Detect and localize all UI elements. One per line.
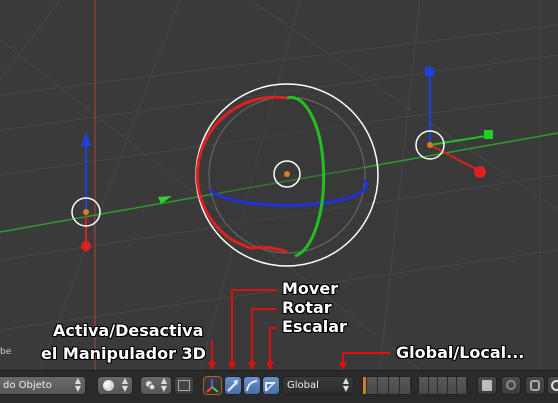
3d-view-header: do Objeto ▲ ▼ ▲ ▼ ▲ ▼ Global ▲ ▼ <box>0 370 558 403</box>
proportional-edit-button[interactable] <box>501 376 521 395</box>
translate-button[interactable] <box>224 376 242 395</box>
callout-mover: Mover <box>282 279 339 298</box>
updown-icon: ▲ ▼ <box>160 376 167 393</box>
updown-icon: ▲ ▼ <box>342 376 349 393</box>
transform-orientation-dropdown[interactable]: Global ▲ ▼ <box>282 376 354 395</box>
callout-escalar: Escalar <box>282 317 347 336</box>
callout-global-local: Global/Local... <box>396 343 525 362</box>
callout-activa-line2: el Manipulador 3D <box>41 344 206 363</box>
scale-button[interactable] <box>262 376 280 395</box>
callout-activa-line1: Activa/Desactiva <box>53 321 204 340</box>
search-icon <box>551 380 558 391</box>
lock-icon <box>530 380 540 391</box>
rotate-button[interactable] <box>243 376 261 395</box>
manipulator-toggle-icon <box>206 379 219 393</box>
search-button[interactable] <box>547 376 558 395</box>
edge-label: be <box>0 347 12 357</box>
rotate-icon <box>246 380 258 392</box>
layers-icon <box>363 377 411 394</box>
layers-grid-left[interactable] <box>362 376 412 395</box>
left-manipulator[interactable] <box>71 132 101 251</box>
translate-icon <box>227 380 238 392</box>
lock-button[interactable] <box>525 376 545 395</box>
layers-grid-right[interactable] <box>418 376 468 395</box>
rotation-manipulator[interactable] <box>195 83 379 267</box>
updown-icon: ▲ ▼ <box>74 376 81 393</box>
callout-arrowheads <box>208 362 347 370</box>
mode-dropdown[interactable]: do Objeto ▲ ▼ <box>0 376 86 395</box>
blender-window: { "callouts": { "mover": "Mover", "rotar… <box>0 0 558 403</box>
mode-label: do Objeto <box>3 380 52 391</box>
3d-viewport[interactable]: Mover Rotar Escalar Activa/Desactiva el … <box>0 0 558 370</box>
right-manipulator[interactable] <box>415 67 493 178</box>
pivot-point-icon <box>145 380 156 391</box>
viewport-canvas <box>0 0 558 370</box>
viewport-shading-dropdown[interactable]: ▲ ▼ <box>97 376 133 395</box>
render-icon <box>482 380 492 391</box>
proportional-icon <box>506 380 516 390</box>
viewport-shading-icon <box>103 380 114 391</box>
render-button[interactable] <box>477 376 497 395</box>
manipulator-toggle-button[interactable] <box>203 376 222 395</box>
snap-icon <box>178 380 190 391</box>
scale-icon <box>265 381 276 392</box>
callout-rotar: Rotar <box>282 298 332 317</box>
updown-icon: ▲ ▼ <box>121 376 128 393</box>
pivot-point-dropdown[interactable]: ▲ ▼ <box>140 376 172 395</box>
transform-orientation-label: Global <box>287 380 319 391</box>
snap-toggle[interactable] <box>174 376 194 395</box>
